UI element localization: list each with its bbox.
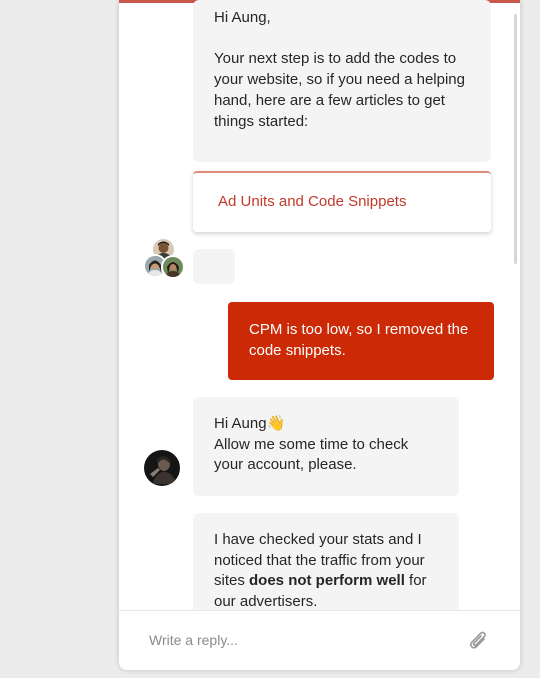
message-line: CPM is too low, so I removed the (249, 321, 469, 338)
message-line: code snippets. (249, 341, 346, 359)
message-line: noticed that the traffic from your (214, 551, 425, 569)
message-bubble-stats: I have checked your stats and I noticed … (193, 513, 459, 623)
reply-composer (119, 610, 520, 670)
agent-avatar (144, 450, 180, 486)
chat-widget: Hi Aung, Your next step is to add the co… (119, 0, 520, 670)
message-line: Hi Aung, (214, 9, 271, 26)
article-link[interactable]: Ad Units and Code Snippets (218, 193, 406, 210)
scrollbar-thumb[interactable] (514, 14, 517, 264)
message-text: sites (214, 572, 250, 590)
message-line: your website, so if you need a helping (214, 71, 465, 89)
paperclip-icon[interactable] (467, 629, 489, 653)
typing-indicator-bubble (193, 249, 235, 284)
team-avatar-right (161, 255, 185, 279)
emphasis-text: does not perform well (249, 572, 405, 590)
message-line: things started: (214, 112, 309, 130)
message-bubble-welcome: Hi Aung, Your next step is to add the co… (193, 0, 491, 162)
message-line: hand, here are a few articles to get (214, 91, 445, 109)
message-line: Your next step is to add the codes to (214, 50, 457, 68)
message-bubble-agent-reply: Hi Aung👋 Allow me some time to check you… (193, 397, 459, 496)
article-card[interactable]: Ad Units and Code Snippets (193, 171, 491, 232)
message-text: for (404, 572, 427, 590)
waving-hand-emoji: 👋 (266, 415, 286, 432)
message-line: Allow me some time to check (214, 435, 409, 453)
message-line: your account, please. (214, 456, 357, 474)
message-line-blank (214, 29, 471, 50)
message-bubble-user: CPM is too low, so I removed the code sn… (228, 302, 494, 380)
message-line: sites does not perform well for (214, 571, 439, 592)
message-line: I have checked your stats and I (214, 531, 422, 548)
message-line: Hi Aung👋 (214, 414, 439, 435)
greeting-text: Hi Aung (214, 415, 267, 432)
reply-input[interactable] (149, 629, 449, 651)
